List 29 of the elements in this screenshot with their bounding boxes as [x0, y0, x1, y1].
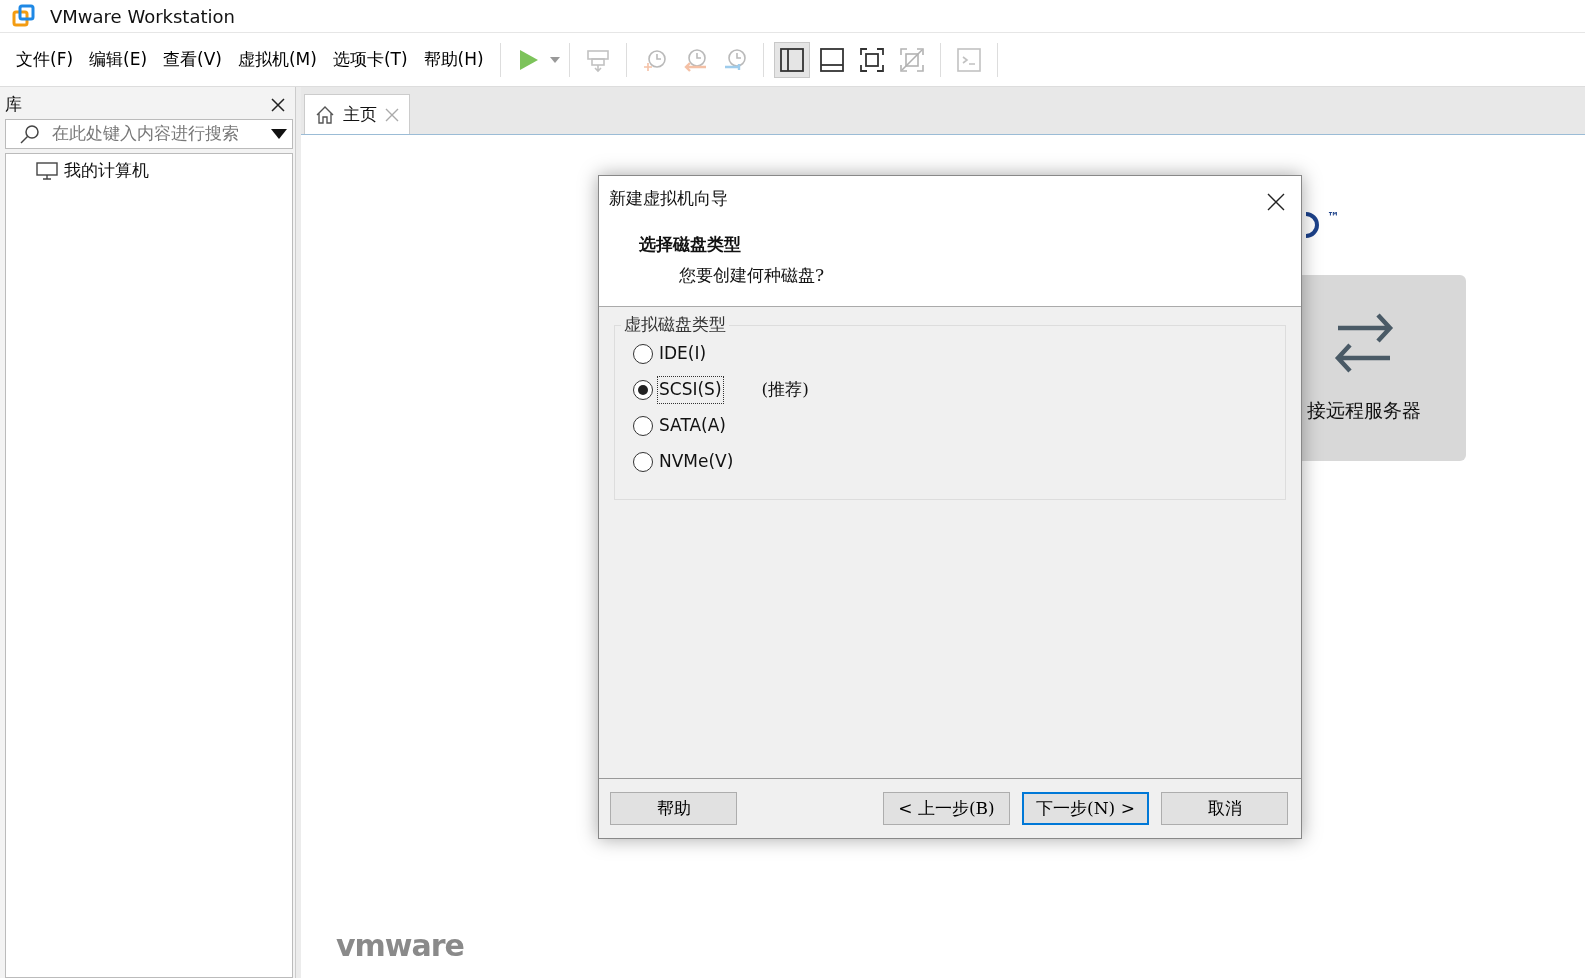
card-label: 接远程服务器 — [1306, 397, 1421, 423]
window-title: VMware Workstation — [50, 4, 235, 29]
dialog-button[interactable]: < 上一步(B) — [883, 792, 1010, 825]
menu-item[interactable]: 编辑(E) — [81, 42, 156, 77]
menu-item[interactable]: 查看(V) — [155, 42, 230, 77]
trademark-sign: ™ — [1327, 209, 1339, 226]
menu-item[interactable]: 帮助(H) — [415, 42, 492, 77]
tree-item-label: 我的计算机 — [64, 159, 149, 182]
recommendation-note: (推荐) — [761, 378, 809, 402]
radio-label[interactable]: SATA(A) — [657, 412, 728, 440]
radio-label[interactable]: SCSI(S) — [657, 376, 724, 404]
dialog-button[interactable]: 取消 — [1161, 792, 1288, 825]
group-label: 虚拟磁盘类型 — [621, 314, 729, 335]
radio-label[interactable]: NVMe(V) — [657, 448, 736, 476]
dialog-title: 新建虚拟机向导 — [609, 187, 728, 210]
dialog-button[interactable]: 下一步(N) > — [1022, 792, 1149, 825]
tab-label: 主页 — [343, 102, 377, 126]
search-field[interactable]: 在此处键入内容进行搜索 — [5, 119, 293, 149]
step-heading: 选择磁盘类型 — [639, 232, 742, 256]
tab[interactable]: 主页 — [304, 94, 410, 134]
radio-label[interactable]: IDE(I) — [657, 340, 709, 368]
library-title: 库 — [5, 93, 22, 117]
step-question: 您要创建何种磁盘? — [679, 264, 826, 287]
tree-item[interactable]: 我的计算机 — [36, 158, 292, 184]
menu-item[interactable]: 选项卡(T) — [324, 42, 416, 77]
menu-item[interactable]: 文件(F) — [8, 42, 82, 77]
brand-logo: vmware — [336, 927, 464, 965]
menu-item[interactable]: 虚拟机(M) — [229, 42, 325, 77]
dialog-button[interactable]: 帮助 — [610, 792, 737, 825]
